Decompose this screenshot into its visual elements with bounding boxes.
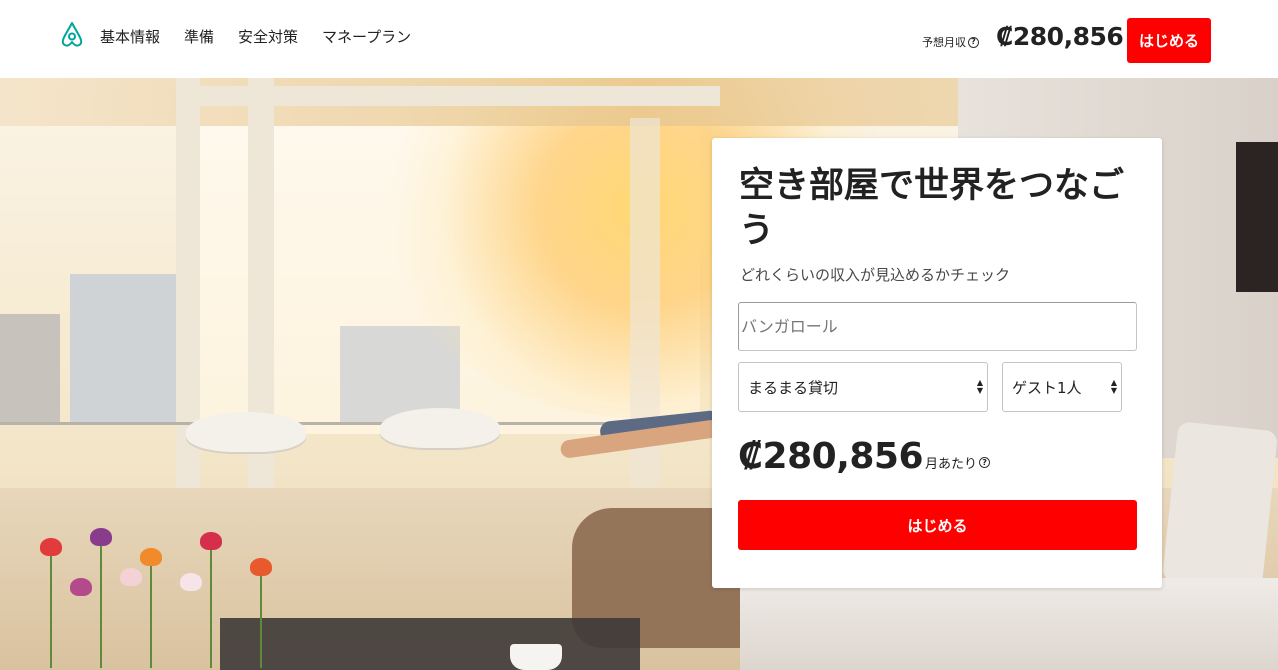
card-title: 空き部屋で世界をつなごう [739, 166, 1125, 251]
tv [1236, 142, 1278, 292]
nav-item-money-plan[interactable]: マネープラン [322, 27, 411, 47]
main-nav: 基本情報 準備 安全対策 マネープラン [100, 27, 411, 47]
estimated-earnings-amount: ₡280,856 [996, 22, 1124, 51]
select-arrows-icon: ▲ ▼ [1110, 378, 1117, 395]
select-arrows-icon: ▲ ▼ [976, 378, 983, 395]
nav-item-safety[interactable]: 安全対策 [238, 27, 298, 47]
help-icon[interactable]: ? [979, 457, 991, 468]
estimated-earnings-label: 予想月収 ? [922, 34, 979, 50]
tulip-bouquet [10, 528, 310, 670]
airbnb-logo-icon[interactable] [58, 20, 86, 48]
building [0, 314, 60, 424]
per-month-label: 月あたり ? [925, 453, 991, 472]
city-input[interactable] [738, 302, 1137, 351]
price-amount: ₡280,856 [738, 436, 924, 477]
nav-item-basics[interactable]: 基本情報 [100, 27, 160, 47]
nav-item-preparation[interactable]: 準備 [184, 27, 214, 47]
card-start-button[interactable]: はじめる [738, 500, 1137, 550]
guest-count-select[interactable]: ゲスト1人 ▲ ▼ [1002, 362, 1122, 412]
estimated-price: ₡280,856 月あたり ? [738, 436, 991, 477]
per-month-text: 月あたり [925, 457, 978, 472]
guest-count-value: ゲスト1人 [1012, 378, 1082, 397]
room-type-value: まるまる貸切 [748, 378, 839, 397]
window-frame [248, 78, 274, 518]
coffee-cup [510, 644, 562, 670]
help-icon[interactable]: ? [968, 36, 979, 48]
top-header: 基本情報 準備 安全対策 マネープラン 予想月収 ? ₡280,856 はじめる [0, 0, 1278, 78]
pillow [1161, 421, 1278, 591]
chair [380, 408, 500, 448]
window-frame [200, 86, 720, 106]
chair [186, 412, 306, 452]
earnings-label-text: 予想月収 [922, 36, 966, 49]
window-frame [630, 118, 660, 518]
sofa [740, 578, 1278, 670]
building [70, 274, 180, 424]
card-subtitle: どれくらいの収入が見込めるかチェック [740, 266, 1011, 284]
host-signup-card: 空き部屋で世界をつなごう どれくらいの収入が見込めるかチェック まるまる貸切 ▲… [712, 138, 1162, 588]
header-start-button[interactable]: はじめる [1127, 18, 1211, 63]
balcony-railing [0, 422, 640, 425]
window-frame [176, 78, 200, 518]
room-type-select[interactable]: まるまる貸切 ▲ ▼ [738, 362, 988, 412]
